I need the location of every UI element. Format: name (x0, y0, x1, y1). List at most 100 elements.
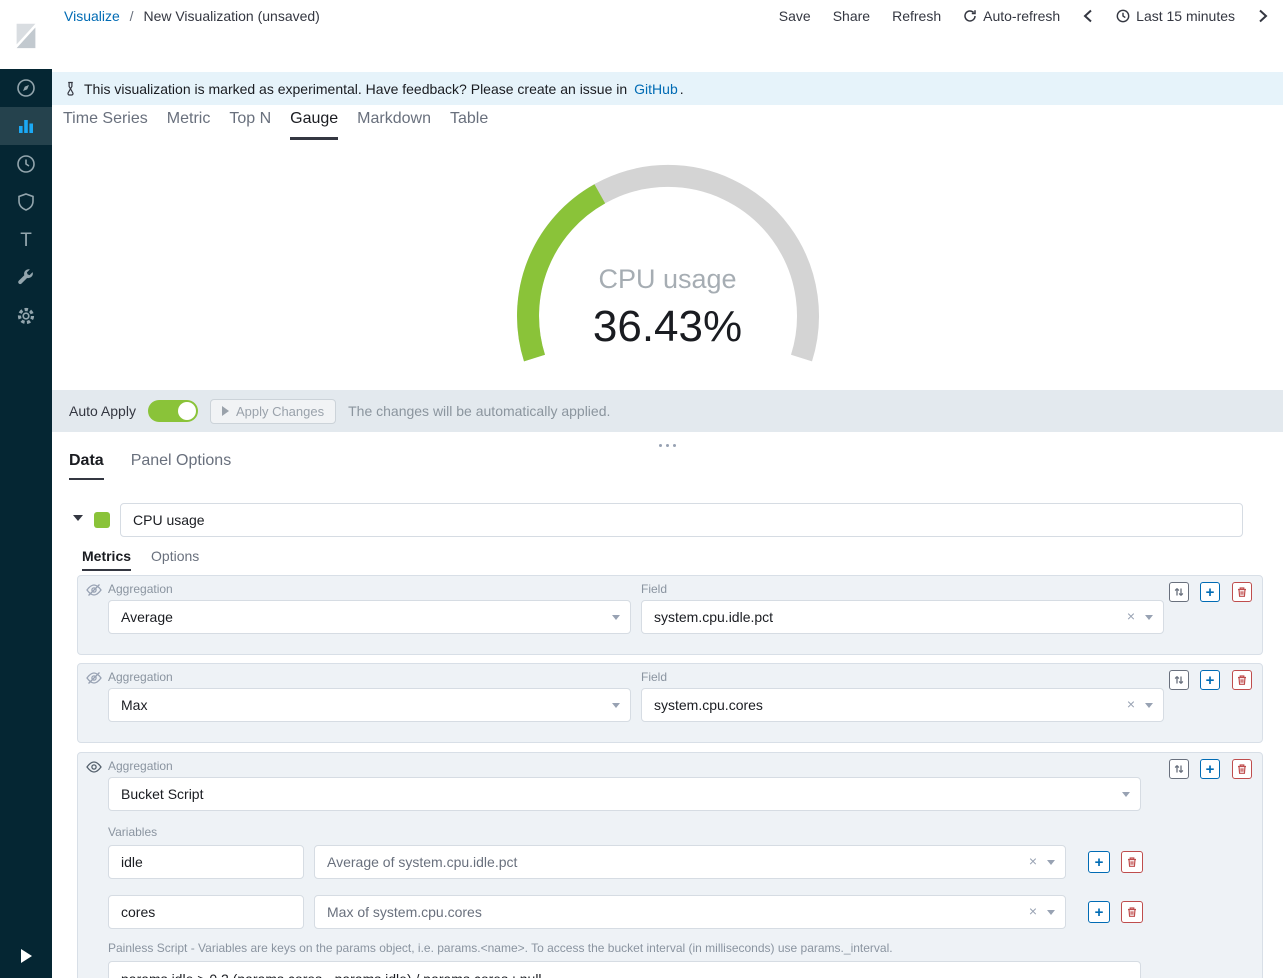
reorder-metric-button[interactable] (1169, 582, 1189, 602)
panel-resize-handle[interactable] (52, 437, 1283, 455)
eye-slash-icon[interactable] (86, 670, 102, 691)
aggregation-select[interactable]: Average (108, 600, 631, 634)
field-label: Field (641, 670, 667, 684)
sidebar-item-dev-tools[interactable] (0, 259, 52, 297)
clock-icon (16, 154, 36, 174)
sidebar-item-clock[interactable] (0, 145, 52, 183)
banner-message: This visualization is marked as experime… (84, 81, 627, 97)
time-range-label: Last 15 minutes (1136, 8, 1235, 24)
tab-data[interactable]: Data (69, 452, 104, 480)
delete-metric-button[interactable] (1232, 670, 1252, 690)
reorder-metric-button[interactable] (1169, 759, 1189, 779)
sidebar-item-compass[interactable] (0, 69, 52, 107)
delete-variable-button[interactable] (1121, 851, 1143, 873)
tab-top-n[interactable]: Top N (229, 110, 271, 140)
field-combo[interactable]: system.cpu.cores × (641, 688, 1164, 722)
collapse-nav-button[interactable] (0, 944, 52, 968)
experiment-flask-icon (64, 81, 77, 96)
aggregation-label: Aggregation (108, 670, 173, 684)
eye-slash-icon[interactable] (86, 582, 102, 603)
add-variable-button[interactable]: + (1088, 851, 1110, 873)
aggregation-select[interactable]: Bucket Script (108, 777, 1141, 811)
compass-icon (16, 78, 36, 98)
time-forward-button[interactable] (1257, 9, 1269, 23)
series-name-input[interactable] (120, 503, 1243, 537)
series-color-swatch[interactable] (94, 512, 110, 528)
kibana-logo[interactable] (0, 0, 52, 69)
time-back-button[interactable] (1082, 9, 1094, 23)
auto-refresh-label: Auto-refresh (983, 8, 1060, 24)
sidebar-item-visualize[interactable] (0, 107, 52, 145)
shield-icon (16, 192, 36, 212)
metric-row-average: Aggregation Average Field system.cpu.idl… (77, 575, 1263, 655)
sidebar-item-management[interactable] (0, 297, 52, 335)
clock-icon (1116, 9, 1130, 23)
delete-metric-button[interactable] (1232, 759, 1252, 779)
add-metric-button[interactable]: + (1200, 670, 1220, 690)
painless-script-label: Painless Script - Variables are keys on … (108, 941, 893, 955)
sort-arrows-icon (1173, 586, 1185, 598)
aggregation-select[interactable]: Max (108, 688, 631, 722)
variable-metric-combo[interactable]: Average of system.cpu.idle.pct × (314, 845, 1066, 879)
aggregation-label: Aggregation (108, 759, 173, 773)
breadcrumb-visualize-link[interactable]: Visualize (64, 8, 120, 24)
breadcrumb-page-title: New Visualization (unsaved) (143, 8, 319, 24)
clear-icon[interactable]: × (1127, 608, 1135, 624)
apply-changes-label: Apply Changes (236, 404, 324, 419)
clear-icon[interactable]: × (1029, 903, 1037, 919)
variable-metric-combo[interactable]: Max of system.cpu.cores × (314, 895, 1066, 929)
sidebar-item-letter-t[interactable]: T (0, 221, 52, 259)
trash-icon (1236, 763, 1248, 775)
tab-gauge[interactable]: Gauge (290, 110, 338, 140)
tab-panel-options[interactable]: Panel Options (131, 452, 232, 480)
aggregation-value: Bucket Script (121, 786, 203, 802)
save-button[interactable]: Save (779, 8, 811, 24)
clear-icon[interactable]: × (1127, 696, 1135, 712)
trash-icon (1236, 674, 1248, 686)
gear-icon (16, 306, 36, 326)
series-tabs: Metrics Options (82, 548, 199, 571)
add-metric-button[interactable]: + (1200, 759, 1220, 779)
add-metric-button[interactable]: + (1200, 582, 1220, 602)
breadcrumb: Visualize / New Visualization (unsaved) (64, 8, 320, 24)
eye-icon[interactable] (86, 759, 102, 780)
add-variable-button[interactable]: + (1088, 901, 1110, 923)
variable-name-input[interactable] (108, 895, 304, 929)
tab-metrics[interactable]: Metrics (82, 548, 131, 571)
tab-metric[interactable]: Metric (167, 110, 211, 140)
delete-metric-button[interactable] (1232, 582, 1252, 602)
aggregation-value: Average (121, 609, 173, 625)
play-icon (222, 406, 229, 416)
painless-script-textarea[interactable]: params.idle > 0.2 (params.cores - params… (108, 961, 1141, 978)
github-link[interactable]: GitHub (634, 81, 678, 97)
clear-icon[interactable]: × (1029, 853, 1037, 869)
field-combo[interactable]: system.cpu.idle.pct × (641, 600, 1164, 634)
top-header: Visualize / New Visualization (unsaved) … (52, 0, 1283, 72)
tab-markdown[interactable]: Markdown (357, 110, 431, 140)
tab-time-series[interactable]: Time Series (63, 110, 148, 140)
chevron-down-icon (1047, 910, 1055, 915)
variable-metric-value: Max of system.cpu.cores (327, 904, 482, 920)
auto-apply-bar: Auto Apply Apply Changes The changes wil… (52, 390, 1283, 432)
header-actions: Save Share Refresh Auto-refresh (779, 8, 1269, 24)
variable-name-input[interactable] (108, 845, 304, 879)
kibana-app: T Visualize / New Visualization (unsaved… (0, 0, 1283, 978)
refresh-icon (963, 9, 977, 23)
chevron-right-icon (1257, 9, 1269, 23)
field-label: Field (641, 582, 667, 596)
delete-variable-button[interactable] (1121, 901, 1143, 923)
reorder-metric-button[interactable] (1169, 670, 1189, 690)
chevron-down-icon (1047, 860, 1055, 865)
time-picker-button[interactable]: Last 15 minutes (1116, 8, 1235, 24)
sidebar-item-shield[interactable] (0, 183, 52, 221)
aggregation-label: Aggregation (108, 582, 173, 596)
auto-apply-toggle[interactable] (148, 400, 198, 422)
apply-changes-button[interactable]: Apply Changes (210, 399, 336, 424)
refresh-button[interactable]: Refresh (892, 8, 941, 24)
tab-options[interactable]: Options (151, 548, 199, 571)
series-collapse-caret[interactable] (73, 515, 83, 521)
letter-t-icon: T (20, 231, 32, 250)
share-button[interactable]: Share (833, 8, 870, 24)
tab-table[interactable]: Table (450, 110, 488, 140)
auto-refresh-button[interactable]: Auto-refresh (963, 8, 1060, 24)
